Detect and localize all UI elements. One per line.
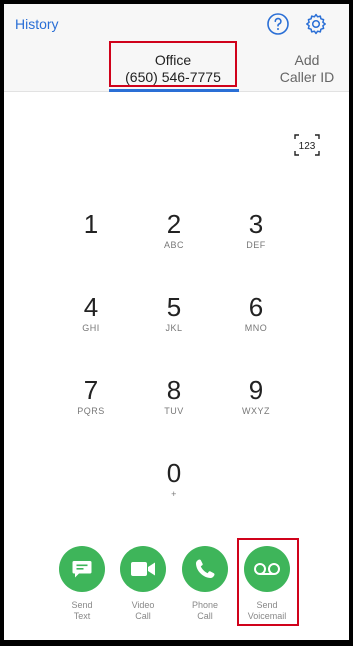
video-camera-icon xyxy=(131,562,155,576)
dialer-screen: History Office (650) 546-7775 Add Caller… xyxy=(4,4,349,640)
send-text-button[interactable]: Send Text xyxy=(52,546,112,622)
key-7[interactable]: 7 PQRS xyxy=(56,375,126,435)
key-4[interactable]: 4 GHI xyxy=(56,292,126,352)
phone-call-circle xyxy=(182,546,228,592)
key-letters: ABC xyxy=(163,240,184,250)
video-call-button[interactable]: Video Call xyxy=(113,546,173,622)
active-tab-indicator xyxy=(109,89,239,92)
key-letters: TUV xyxy=(164,406,184,416)
key-letters: MNO xyxy=(244,323,268,333)
send-voicemail-line1: Send xyxy=(256,600,278,610)
send-text-label: Send Text xyxy=(52,600,112,622)
video-call-line1: Video xyxy=(131,600,155,610)
phone-call-line2: Call xyxy=(197,611,213,621)
tab-add-line2: Caller ID xyxy=(279,69,335,85)
tab-office-number: (650) 546-7775 xyxy=(125,69,221,85)
key-digit: 0 xyxy=(166,458,182,488)
top-bar: History xyxy=(4,4,349,44)
send-text-line1: Send xyxy=(71,600,93,610)
phone-call-line1: Phone xyxy=(191,600,219,610)
key-8[interactable]: 8 TUV xyxy=(139,375,209,435)
key-5[interactable]: 5 JKL xyxy=(139,292,209,352)
key-letters: GHI xyxy=(82,323,100,333)
key-0[interactable]: 0 + xyxy=(139,458,209,518)
phone-call-label: Phone Call xyxy=(175,600,235,622)
send-voicemail-label: Send Voicemail xyxy=(237,600,297,622)
keypad-toggle-icon[interactable]: 123 xyxy=(294,134,320,156)
gear-icon[interactable] xyxy=(304,12,328,36)
key-3[interactable]: 3 DEF xyxy=(221,209,291,269)
tab-office-title: Office xyxy=(154,52,192,68)
send-text-line2: Text xyxy=(73,611,91,621)
caller-id-tabs: Office (650) 546-7775 Add Caller ID xyxy=(4,41,349,92)
key-digit: 2 xyxy=(166,209,182,239)
key-digit: 9 xyxy=(248,375,264,405)
phone-handset-icon xyxy=(196,559,215,578)
key-digit: 7 xyxy=(83,375,99,405)
key-letters: PQRS xyxy=(77,406,105,416)
key-digit: 6 xyxy=(248,292,264,322)
key-letters: DEF xyxy=(246,240,266,250)
video-call-label: Video Call xyxy=(113,600,173,622)
key-digit: 8 xyxy=(166,375,182,405)
key-letters: JKL xyxy=(165,323,183,333)
voicemail-icon xyxy=(254,563,280,575)
key-letters: + xyxy=(171,489,177,499)
video-call-line2: Call xyxy=(135,611,151,621)
key-letters: WXYZ xyxy=(242,406,270,416)
chat-bubble-icon xyxy=(72,561,92,578)
send-voicemail-button[interactable]: Send Voicemail xyxy=(237,546,297,622)
send-voicemail-line2: Voicemail xyxy=(247,611,287,621)
key-2[interactable]: 2 ABC xyxy=(139,209,209,269)
tab-add-line1: Add xyxy=(294,52,320,68)
key-digit: 3 xyxy=(248,209,264,239)
history-link[interactable]: History xyxy=(15,16,59,32)
key-6[interactable]: 6 MNO xyxy=(221,292,291,352)
question-circle-icon[interactable] xyxy=(266,12,290,36)
send-voicemail-circle xyxy=(244,546,290,592)
tab-office[interactable]: Office (650) 546-7775 xyxy=(109,41,239,92)
key-9[interactable]: 9 WXYZ xyxy=(221,375,291,435)
keypad-toggle-label: 123 xyxy=(299,141,316,152)
video-call-circle xyxy=(120,546,166,592)
key-digit: 5 xyxy=(166,292,182,322)
key-digit: 4 xyxy=(83,292,99,322)
key-digit: 1 xyxy=(83,209,99,239)
send-text-circle xyxy=(59,546,105,592)
key-1[interactable]: 1 xyxy=(56,209,126,269)
phone-call-button[interactable]: Phone Call xyxy=(175,546,235,622)
tab-add-caller-id[interactable]: Add Caller ID xyxy=(266,52,348,86)
